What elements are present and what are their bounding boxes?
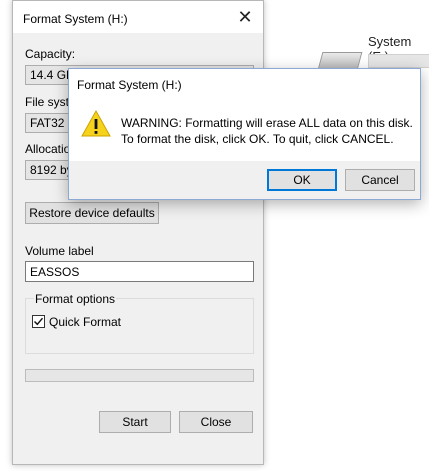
restore-defaults-button[interactable]: Restore device defaults xyxy=(25,202,159,224)
quick-format-label[interactable]: Quick Format xyxy=(49,315,121,329)
warning-dialog-title: Format System (H:) xyxy=(77,78,182,92)
close-icon[interactable]: ✕ xyxy=(235,7,255,27)
capacity-label: Capacity: xyxy=(25,47,76,61)
warning-dialog-titlebar[interactable]: Format System (H:) xyxy=(69,69,420,99)
quick-format-checkbox[interactable] xyxy=(32,315,45,328)
background-drive-item[interactable]: System (E:) xyxy=(317,32,429,72)
warning-dialog-body: WARNING: Formatting will erase ALL data … xyxy=(69,99,420,161)
format-options-group: Format options Quick Format xyxy=(25,292,254,354)
drive-usage-bar xyxy=(368,54,429,68)
format-progress-bar xyxy=(25,369,254,382)
warning-message-line1: WARNING: Formatting will erase ALL data … xyxy=(121,116,413,130)
cancel-button[interactable]: Cancel xyxy=(345,169,415,191)
warning-message-line2: To format the disk, click OK. To quit, c… xyxy=(121,132,394,146)
warning-icon xyxy=(81,109,111,137)
volume-label-input[interactable]: EASSOS xyxy=(25,261,254,282)
format-options-label: Format options xyxy=(34,292,117,306)
format-window-titlebar[interactable]: Format System (H:) ✕ xyxy=(13,1,263,33)
format-window-title: Format System (H:) xyxy=(23,12,128,26)
start-button[interactable]: Start xyxy=(99,411,171,433)
checkmark-icon xyxy=(34,317,44,326)
ok-button[interactable]: OK xyxy=(267,169,337,191)
close-button[interactable]: Close xyxy=(179,411,253,433)
warning-dialog: Format System (H:) WARNING: Formatting w… xyxy=(68,68,421,200)
volume-label-label: Volume label xyxy=(25,244,94,258)
